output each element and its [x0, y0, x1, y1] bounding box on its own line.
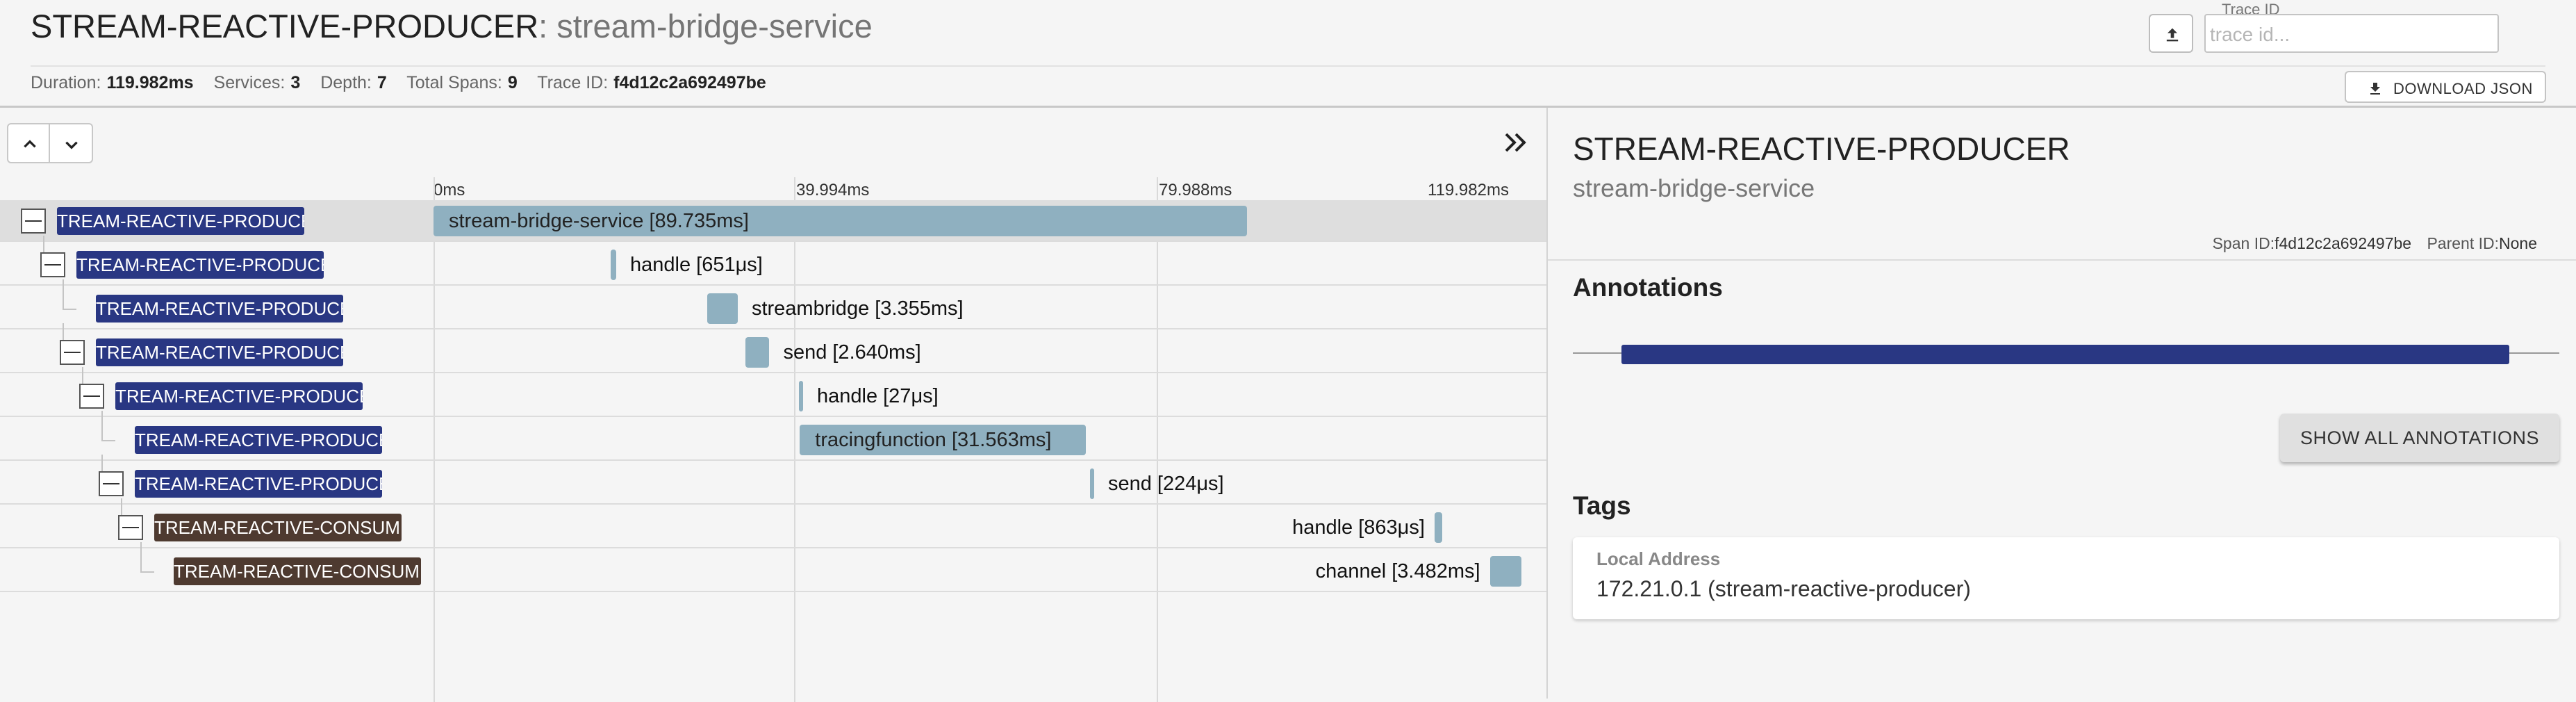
span-row[interactable]: TREAM-REACTIVE-CONSUME channel [3.482ms]: [0, 542, 1546, 592]
parent-id-label: Parent ID:: [2427, 234, 2500, 252]
title-service-name: STREAM-REACTIVE-PRODUCER: [31, 8, 539, 44]
service-badge: TREAM-REACTIVE-CONSUME: [174, 557, 421, 585]
span-label: send [224μs]: [1107, 473, 1224, 495]
span-bar[interactable]: [1434, 512, 1443, 543]
service-badge: TREAM-REACTIVE-PRODUCE: [76, 251, 324, 279]
service-badge: TREAM-REACTIVE-PRODUCE: [135, 426, 382, 454]
span-bar[interactable]: [1489, 556, 1521, 587]
span-row[interactable]: TREAM-REACTIVE-PRODUCE send [224μs]: [0, 455, 1546, 505]
tree-connector: [140, 571, 154, 573]
span-row[interactable]: TREAM-REACTIVE-PRODUCE streambridge [3.35…: [0, 279, 1546, 329]
span-label: send [2.640ms]: [783, 341, 921, 364]
tag-key: Local Address: [1596, 548, 1721, 569]
services-label: Services:: [213, 73, 286, 92]
download-json-button[interactable]: DOWNLOAD JSON: [2345, 71, 2546, 103]
span-row[interactable]: TREAM-REACTIVE-PRODUCE handle [27μs]: [0, 367, 1546, 417]
header-divider: [31, 65, 2545, 67]
title-span-name: stream-bridge-service: [556, 8, 873, 44]
tick-label: 0ms: [434, 181, 465, 199]
expand-down-button[interactable]: [50, 123, 93, 163]
duration-value: 119.982ms: [106, 73, 194, 92]
collapse-toggle[interactable]: [21, 209, 46, 234]
tree-connector: [63, 279, 64, 310]
tree-connector: [140, 542, 142, 573]
depth-value: 7: [377, 73, 387, 92]
annotation-span-bar[interactable]: [1621, 345, 2509, 364]
upload-trace-button[interactable]: [2149, 14, 2193, 53]
tick-label: 39.994ms: [796, 181, 870, 199]
span-bar[interactable]: [707, 293, 738, 324]
double-chevron-right-icon: [1505, 133, 1526, 152]
show-all-annotations-button[interactable]: SHOW ALL ANNOTATIONS: [2280, 414, 2559, 462]
span-row[interactable]: TREAM-REACTIVE-PRODUCE handle [651μs]: [0, 236, 1546, 286]
span-label: channel [3.482ms]: [1315, 560, 1480, 582]
span-bar[interactable]: [610, 250, 616, 280]
trace-timeline: 0ms 39.994ms 79.988ms 119.982ms TREAM-RE…: [0, 108, 1546, 702]
span-bar[interactable]: [1089, 468, 1094, 499]
span-row[interactable]: TREAM-REACTIVE-PRODUCE send [2.640ms]: [0, 323, 1546, 373]
trace-id-input[interactable]: [2204, 14, 2499, 53]
parent-id-value: None: [2499, 234, 2537, 252]
span-detail-panel: STREAM-REACTIVE-PRODUCER stream-bridge-s…: [1546, 108, 2576, 699]
duration-label: Duration:: [31, 73, 101, 92]
total-spans-label: Total Spans:: [406, 73, 502, 92]
chevron-up-icon: [24, 140, 36, 148]
tick-label: 79.988ms: [1159, 181, 1232, 199]
span-label: streambridge [3.355ms]: [751, 297, 964, 320]
collapse-toggle[interactable]: [118, 515, 143, 540]
collapse-toggle[interactable]: [99, 471, 124, 496]
span-bar[interactable]: [745, 337, 770, 368]
detail-span-name: stream-bridge-service: [1573, 174, 1815, 202]
collapse-toggle[interactable]: [60, 340, 85, 365]
upload-icon: [2166, 28, 2179, 42]
timeline-ruler: 0ms 39.994ms 79.988ms 119.982ms: [0, 175, 1546, 199]
tree-connector: [101, 440, 115, 441]
detail-service-name: STREAM-REACTIVE-PRODUCER: [1573, 131, 2070, 167]
tag-card: Local Address 172.21.0.1 (stream-reactiv…: [1573, 537, 2559, 619]
service-badge: TREAM-REACTIVE-PRODUCE: [96, 338, 343, 366]
span-id-value: f4d12c2a692497be: [2274, 234, 2412, 252]
service-badge: TREAM-REACTIVE-PRODUCE: [135, 470, 382, 498]
trace-id-summary-value: f4d12c2a692497be: [613, 73, 766, 92]
span-id-label: Span ID:: [2212, 234, 2275, 252]
service-badge: TREAM-REACTIVE-CONSUME: [154, 514, 402, 541]
trace-header: STREAM-REACTIVE-PRODUCER: stream-bridge-…: [0, 0, 2576, 108]
span-label: tracingfunction [31.563ms]: [815, 429, 1052, 451]
services-value: 3: [290, 73, 301, 92]
collapse-toggle[interactable]: [79, 384, 104, 409]
detail-divider: [1548, 259, 2576, 261]
expand-up-button[interactable]: [7, 123, 50, 163]
download-json-label: DOWNLOAD JSON: [2393, 80, 2533, 97]
trace-summary: Duration: 119.982ms Services: 3 Depth: 7 To…: [31, 72, 782, 93]
chevron-down-icon: [65, 141, 78, 149]
span-label: handle [863μs]: [1292, 516, 1425, 539]
detail-ids: Span ID:f4d12c2a692497be Parent ID:None: [2213, 234, 2548, 253]
tree-connector: [63, 309, 76, 310]
span-row[interactable]: TREAM-REACTIVE-PRODUCE stream-bridge-serv…: [0, 200, 1546, 242]
service-badge: TREAM-REACTIVE-PRODUCE: [57, 207, 304, 235]
service-badge: TREAM-REACTIVE-PRODUCE: [115, 382, 363, 410]
service-badge: TREAM-REACTIVE-PRODUCE: [96, 295, 343, 323]
annotations-heading: Annotations: [1573, 273, 1723, 302]
tick-label: 119.982ms: [1428, 181, 1509, 199]
span-label: handle [651μs]: [630, 254, 763, 276]
title-separator: :: [538, 8, 548, 44]
trace-id-summary-label: Trace ID:: [537, 73, 609, 92]
span-row[interactable]: TREAM-REACTIVE-PRODUCE tracingfunction [3…: [0, 411, 1546, 461]
total-spans-value: 9: [507, 73, 518, 92]
collapse-toggle[interactable]: [40, 252, 65, 277]
span-row[interactable]: TREAM-REACTIVE-CONSUME handle [863μs]: [0, 498, 1546, 548]
download-icon: [2370, 83, 2380, 95]
tags-heading: Tags: [1573, 491, 1631, 520]
depth-label: Depth:: [320, 73, 372, 92]
span-label: stream-bridge-service [89.735ms]: [449, 210, 749, 232]
span-bar[interactable]: [798, 381, 803, 411]
span-label: handle [27μs]: [816, 385, 939, 407]
collapse-detail-button[interactable]: [1499, 127, 1533, 158]
page-title: STREAM-REACTIVE-PRODUCER: stream-bridge-…: [31, 7, 873, 46]
tree-connector: [101, 411, 103, 441]
tag-value: 172.21.0.1 (stream-reactive-producer): [1596, 576, 1971, 601]
